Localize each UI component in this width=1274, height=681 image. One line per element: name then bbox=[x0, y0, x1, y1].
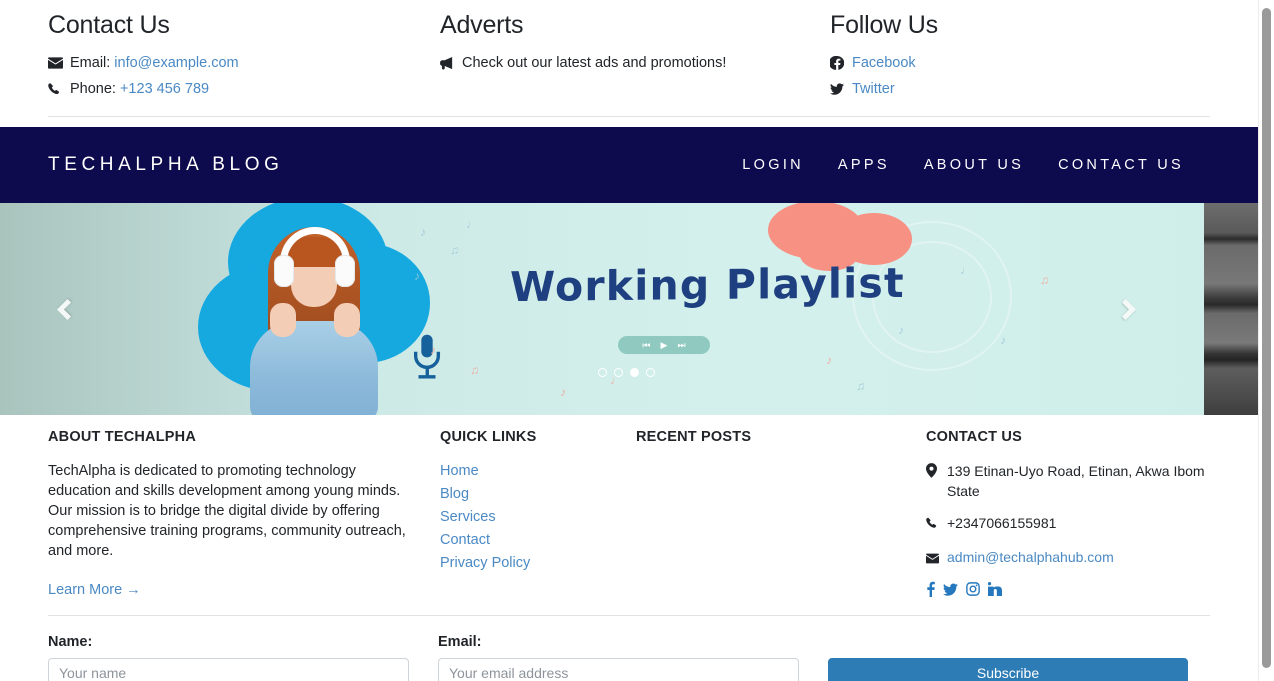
topbar-phone-label: Phone: bbox=[70, 81, 116, 97]
linkedin-icon[interactable] bbox=[988, 582, 1002, 596]
topbar-adverts-text: Check out our latest ads and promotions! bbox=[462, 55, 727, 71]
nav-item-contact-us[interactable]: CONTACT US bbox=[1058, 157, 1184, 173]
carousel-indicator-3[interactable] bbox=[630, 368, 639, 377]
topbar-twitter-link[interactable]: Twitter bbox=[852, 80, 895, 98]
quick-link-blog[interactable]: Blog bbox=[440, 486, 469, 502]
carousel-slide-working-playlist: ♪ ♫ ♪ ♩ ♪ ♫ ♪ ♩ ♪ ♫ ♪ ♩ ♪ ♫ Working Play… bbox=[0, 203, 1204, 415]
name-field-group: Name: bbox=[48, 634, 409, 681]
carousel-indicator-1[interactable] bbox=[598, 368, 607, 377]
page-scrollbar-thumb[interactable] bbox=[1262, 8, 1271, 668]
topbar-facebook-link[interactable]: Facebook bbox=[852, 54, 916, 72]
media-player-controls[interactable]: ⏮ ▶ ⏭ bbox=[618, 336, 710, 354]
twitter-icon[interactable] bbox=[943, 583, 958, 596]
footer-email-line: admin@techalphahub.com bbox=[926, 547, 1208, 569]
subscribe-form: Name: Email: Subscribe bbox=[0, 616, 1258, 681]
chevron-right-icon bbox=[1114, 298, 1137, 320]
carousel-indicator-4[interactable] bbox=[646, 368, 655, 377]
name-label: Name: bbox=[48, 634, 93, 650]
page-root: Contact Us Email: info@example.com Phone… bbox=[0, 0, 1258, 681]
quick-link-services[interactable]: Services bbox=[440, 509, 496, 525]
learn-more-link[interactable]: Learn More → bbox=[48, 582, 141, 598]
carousel-next-button[interactable] bbox=[1114, 203, 1192, 415]
topbar-column-adverts: Adverts Check out our latest ads and pro… bbox=[440, 10, 830, 80]
quick-link-home[interactable]: Home bbox=[440, 463, 479, 479]
facebook-icon bbox=[830, 56, 852, 70]
footer-social-links bbox=[926, 581, 1208, 597]
list-item: Privacy Policy bbox=[440, 553, 636, 573]
email-input[interactable] bbox=[438, 658, 799, 681]
topbar-facebook-line: Facebook bbox=[830, 54, 1210, 72]
footer-columns: ABOUT TECHALPHA TechAlpha is dedicated t… bbox=[0, 415, 1258, 599]
topbar-adverts-line: Check out our latest ads and promotions! bbox=[440, 54, 830, 72]
topbar-twitter-line: Twitter bbox=[830, 80, 1210, 98]
envelope-icon bbox=[926, 549, 942, 569]
footer-column-quick-links: QUICK LINKS Home Blog Services Contact P… bbox=[440, 429, 636, 576]
topbar-phone-line: Phone: +123 456 789 bbox=[48, 80, 440, 98]
brand-title[interactable]: TECHALPHA BLOG bbox=[48, 154, 283, 176]
carousel-prev-button[interactable] bbox=[56, 203, 134, 415]
nav-item-about-us[interactable]: ABOUT US bbox=[924, 157, 1024, 173]
player-play-icon[interactable]: ▶ bbox=[661, 340, 668, 350]
carousel-indicators[interactable] bbox=[598, 368, 655, 377]
name-input[interactable] bbox=[48, 658, 409, 681]
footer-heading-contact: CONTACT US bbox=[926, 429, 1022, 445]
quick-link-contact[interactable]: Contact bbox=[440, 532, 490, 548]
topbar-divider bbox=[48, 116, 1210, 117]
carousel-slide-title: Working Playlist bbox=[510, 258, 905, 312]
footer-heading-recent-posts: RECENT POSTS bbox=[636, 429, 752, 445]
topbar-column-follow-us: Follow Us Facebook Twitter bbox=[830, 10, 1210, 106]
footer-column-recent-posts: RECENT POSTS bbox=[636, 429, 926, 461]
facebook-icon[interactable] bbox=[926, 581, 935, 597]
footer-column-contact: CONTACT US 139 Etinan-Uyo Road, Etinan, … bbox=[926, 429, 1208, 597]
player-prev-icon[interactable]: ⏮ bbox=[642, 340, 650, 350]
woman-with-headphones-photo bbox=[242, 217, 386, 415]
footer-column-about: ABOUT TECHALPHA TechAlpha is dedicated t… bbox=[48, 429, 440, 599]
hero-carousel[interactable]: ♪ ♫ ♪ ♩ ♪ ♫ ♪ ♩ ♪ ♫ ♪ ♩ ♪ ♫ Working Play… bbox=[0, 203, 1258, 415]
topbar-heading-adverts: Adverts bbox=[440, 11, 524, 39]
list-item: Home bbox=[440, 461, 636, 481]
footer-address-text: 139 Etinan-Uyo Road, Etinan, Akwa Ibom S… bbox=[947, 463, 1205, 499]
footer-address-line: 139 Etinan-Uyo Road, Etinan, Akwa Ibom S… bbox=[926, 461, 1208, 501]
main-navbar: TECHALPHA BLOG LOGIN APPS ABOUT US CONTA… bbox=[0, 127, 1258, 203]
subscribe-button[interactable]: Subscribe bbox=[828, 658, 1188, 681]
page-scrollbar-track[interactable] bbox=[1258, 0, 1274, 681]
list-item: Contact bbox=[440, 530, 636, 550]
quick-links-list: Home Blog Services Contact Privacy Polic… bbox=[440, 461, 636, 573]
list-item: Blog bbox=[440, 484, 636, 504]
footer-phone-text: +2347066155981 bbox=[947, 515, 1057, 531]
topbar-heading-follow-us: Follow Us bbox=[830, 11, 938, 39]
footer-phone-line: +2347066155981 bbox=[926, 513, 1208, 535]
footer-email-link[interactable]: admin@techalphahub.com bbox=[947, 547, 1114, 567]
phone-icon bbox=[48, 82, 70, 96]
email-label: Email: bbox=[438, 634, 482, 650]
topbar-column-contact-us: Contact Us Email: info@example.com Phone… bbox=[48, 10, 440, 106]
carousel-indicator-2[interactable] bbox=[614, 368, 623, 377]
topbar-email-link[interactable]: info@example.com bbox=[114, 54, 238, 72]
player-next-icon[interactable]: ⏭ bbox=[677, 340, 685, 350]
topbar-email-line: Email: info@example.com bbox=[48, 54, 440, 72]
microphone-icon bbox=[410, 333, 444, 384]
quick-link-privacy-policy[interactable]: Privacy Policy bbox=[440, 555, 530, 571]
chevron-left-icon bbox=[56, 298, 79, 320]
phone-icon bbox=[926, 515, 942, 535]
map-marker-icon bbox=[926, 463, 942, 483]
carousel-next-slide-preview bbox=[1204, 203, 1258, 415]
nav-links: LOGIN APPS ABOUT US CONTACT US bbox=[742, 157, 1210, 173]
envelope-icon bbox=[48, 57, 70, 69]
footer-heading-quick-links: QUICK LINKS bbox=[440, 429, 537, 445]
bullhorn-icon bbox=[440, 56, 462, 70]
top-info-bar: Contact Us Email: info@example.com Phone… bbox=[0, 0, 1258, 106]
topbar-phone-link[interactable]: +123 456 789 bbox=[120, 80, 209, 98]
topbar-heading-contact-us: Contact Us bbox=[48, 11, 170, 39]
twitter-icon bbox=[830, 83, 852, 95]
instagram-icon[interactable] bbox=[966, 582, 980, 596]
email-field-group: Email: bbox=[438, 634, 799, 681]
footer-heading-about: ABOUT TECHALPHA bbox=[48, 429, 196, 445]
list-item: Services bbox=[440, 507, 636, 527]
nav-item-apps[interactable]: APPS bbox=[838, 157, 890, 173]
footer-about-text: TechAlpha is dedicated to promoting tech… bbox=[48, 463, 406, 559]
nav-item-login[interactable]: LOGIN bbox=[742, 157, 804, 173]
topbar-email-label: Email: bbox=[70, 55, 111, 71]
